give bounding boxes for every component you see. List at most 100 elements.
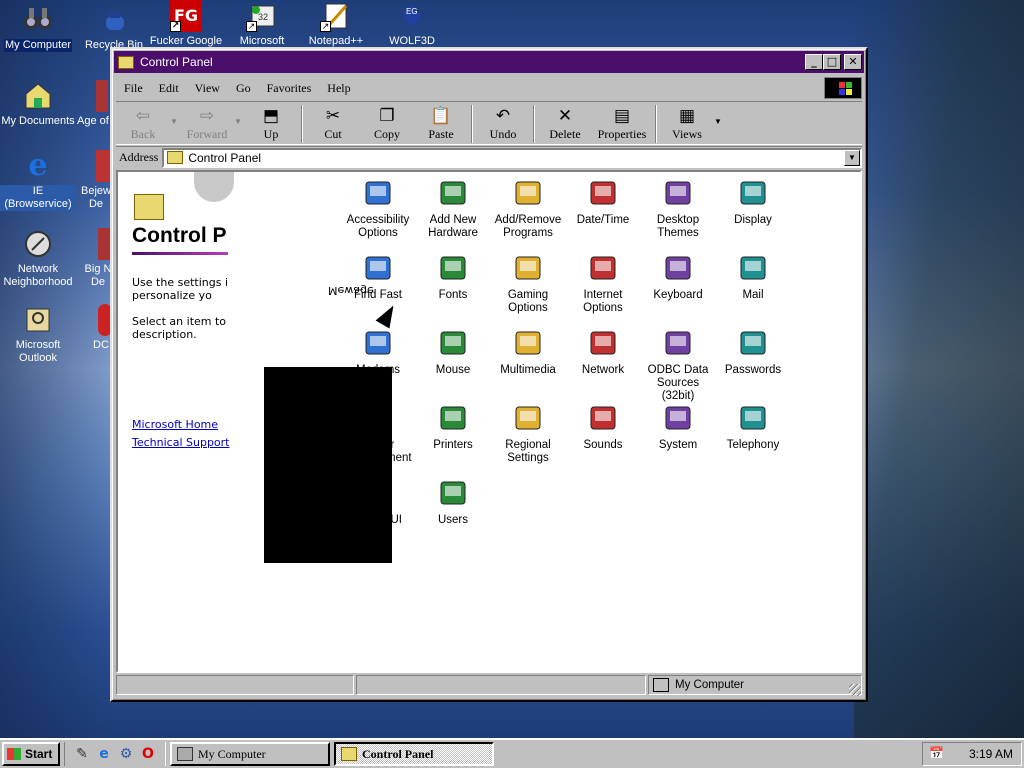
views-button[interactable]: ▦ Views: [660, 105, 714, 142]
cp-item-sounds[interactable]: Sounds: [565, 403, 641, 452]
cp-item-add-remove-programs[interactable]: Add/Remove Programs: [490, 178, 566, 240]
back-arrow-icon: ⇦: [135, 106, 151, 125]
cut-button[interactable]: ✂ Cut: [306, 105, 360, 142]
cp-item-label: Telephony: [726, 439, 780, 451]
desktop-icon-microsoft[interactable]: 32 ↗ Microsoft: [224, 0, 300, 48]
cp-item-display[interactable]: Display: [715, 178, 791, 227]
desktop-icon-bejeweled[interactable]: Bejew De: [80, 150, 112, 211]
resize-grip[interactable]: [849, 684, 861, 696]
back-button[interactable]: ⇦ Back: [116, 105, 170, 142]
bejeweled-icon: [96, 150, 110, 182]
cp-item-regional-settings[interactable]: Regional Settings: [490, 403, 566, 465]
svg-text:EG: EG: [406, 7, 418, 16]
desktop-icon-my-documents[interactable]: My Documents: [0, 80, 76, 128]
odbc-icon: [661, 328, 695, 360]
desktop-icon-notepad-plus[interactable]: ↗ Notepad++: [298, 0, 374, 48]
cp-item-label: Add/Remove Programs: [494, 214, 562, 239]
task-control-panel[interactable]: Control Panel: [334, 742, 494, 766]
toolbar-separator: [301, 105, 303, 143]
close-button[interactable]: ✕: [844, 54, 862, 70]
address-dropdown-button[interactable]: ▼: [844, 149, 860, 166]
task-my-computer[interactable]: My Computer: [170, 742, 330, 766]
desktop-icon-outlook[interactable]: Microsoft Outlook: [0, 304, 76, 365]
desktop-icon-network-neighborhood[interactable]: Network Neighborhood: [0, 228, 76, 289]
status-pane-zone: My Computer: [648, 675, 862, 695]
cp-item-passwords[interactable]: Passwords: [715, 328, 791, 377]
up-button[interactable]: ⬒ Up: [244, 105, 298, 142]
folder-view: Control P Use the settings in Control Pa…: [116, 170, 862, 673]
glitch-mirrored-text: Mewage: [328, 284, 374, 297]
tray-scheduler-icon[interactable]: 📅: [929, 746, 947, 762]
start-button[interactable]: Start: [2, 742, 60, 766]
cp-item-mouse[interactable]: Mouse: [415, 328, 491, 377]
cp-item-users[interactable]: Users: [415, 478, 491, 527]
minimize-button[interactable]: _: [805, 54, 823, 70]
menu-view[interactable]: View: [187, 81, 228, 96]
forward-button[interactable]: ⇨ Forward: [180, 105, 234, 142]
ie-quicklaunch-icon[interactable]: e: [95, 745, 113, 763]
back-dropdown[interactable]: ▼: [170, 105, 180, 126]
desktop-icon-wolf3d[interactable]: EG WOLF3D: [374, 0, 450, 48]
menu-favorites[interactable]: Favorites: [259, 81, 320, 96]
cp-item-desktop-themes[interactable]: Desktop Themes: [640, 178, 716, 240]
cp-item-accessibility[interactable]: Accessibility Options: [340, 178, 416, 240]
opera-icon[interactable]: O: [139, 745, 157, 763]
display-icon: [736, 178, 770, 210]
cp-item-mail[interactable]: Mail: [715, 253, 791, 302]
address-field[interactable]: Control Panel ▼: [162, 147, 862, 168]
maximize-button[interactable]: □: [823, 54, 841, 70]
properties-button[interactable]: ▤ Properties: [592, 105, 652, 142]
copy-button[interactable]: ❐ Copy: [360, 105, 414, 142]
address-value: Control Panel: [188, 150, 262, 165]
cp-item-system[interactable]: System: [640, 403, 716, 452]
fg-icon: FG ↗: [170, 0, 202, 32]
channels-icon[interactable]: ⚙: [117, 745, 135, 763]
age-of-icon: [96, 80, 108, 112]
microsoft-home-link[interactable]: Microsoft Home: [132, 418, 218, 431]
title-bar[interactable]: Control Panel _ □ ✕: [114, 51, 864, 73]
delete-button[interactable]: ✕ Delete: [538, 105, 592, 142]
menu-help[interactable]: Help: [319, 81, 358, 96]
system-icon: [661, 403, 695, 435]
cp-item-multimedia[interactable]: Multimedia: [490, 328, 566, 377]
cp-item-add-hardware[interactable]: Add New Hardware: [415, 178, 491, 240]
delete-x-icon: ✕: [557, 106, 573, 125]
menu-go[interactable]: Go: [228, 81, 259, 96]
technical-support-link[interactable]: Technical Support: [132, 436, 230, 449]
desktop-icon-recycle-bin[interactable]: Recycle Bin: [76, 4, 152, 52]
users-icon: [436, 478, 470, 510]
cp-item-fonts[interactable]: Fonts: [415, 253, 491, 302]
cp-item-telephony[interactable]: Telephony: [715, 403, 791, 452]
cp-item-label: Mouse: [435, 364, 471, 376]
menu-edit[interactable]: Edit: [151, 81, 187, 96]
scissors-icon: ✂: [325, 106, 341, 125]
menu-file[interactable]: File: [116, 81, 151, 96]
passwords-icon: [736, 328, 770, 360]
cp-item-keyboard[interactable]: Keyboard: [640, 253, 716, 302]
cp-item-label: Regional Settings: [505, 439, 551, 464]
views-dropdown[interactable]: ▼: [714, 105, 724, 126]
forward-dropdown[interactable]: ▼: [234, 105, 244, 126]
network-neighborhood-icon: [22, 228, 54, 260]
paste-icon: 📋: [430, 106, 452, 125]
paste-button[interactable]: 📋 Paste: [414, 105, 468, 142]
my-computer-icon: [22, 4, 54, 36]
undo-button[interactable]: ↶ Undo: [476, 105, 530, 142]
cp-item-printers[interactable]: Printers: [415, 403, 491, 452]
cp-item-gaming-options[interactable]: Gaming Options: [490, 253, 566, 315]
cp-item-network[interactable]: Network: [565, 328, 641, 377]
svg-text:32: 32: [258, 12, 268, 22]
show-desktop-icon[interactable]: ✎: [73, 745, 91, 763]
forward-arrow-icon: ⇨: [199, 106, 215, 125]
clock[interactable]: 3:19 AM: [969, 747, 1013, 761]
cp-item-label: Desktop Themes: [656, 214, 700, 239]
cp-item-date-time[interactable]: Date/Time: [565, 178, 641, 227]
properties-icon: ▤: [613, 106, 631, 125]
quick-launch: ✎ e ⚙ O: [64, 742, 166, 766]
desktop-icon-ie[interactable]: e IE (Browservice): [0, 150, 76, 211]
desktop-icon-fucker-google[interactable]: FG ↗ Fucker Google: [148, 0, 224, 48]
cp-item-internet-options[interactable]: Internet Options: [565, 253, 641, 315]
windows-logo-icon: [824, 77, 862, 99]
desktop-icon-my-computer[interactable]: My Computer: [0, 4, 76, 52]
cp-item-odbc[interactable]: ODBC Data Sources (32bit): [640, 328, 716, 403]
